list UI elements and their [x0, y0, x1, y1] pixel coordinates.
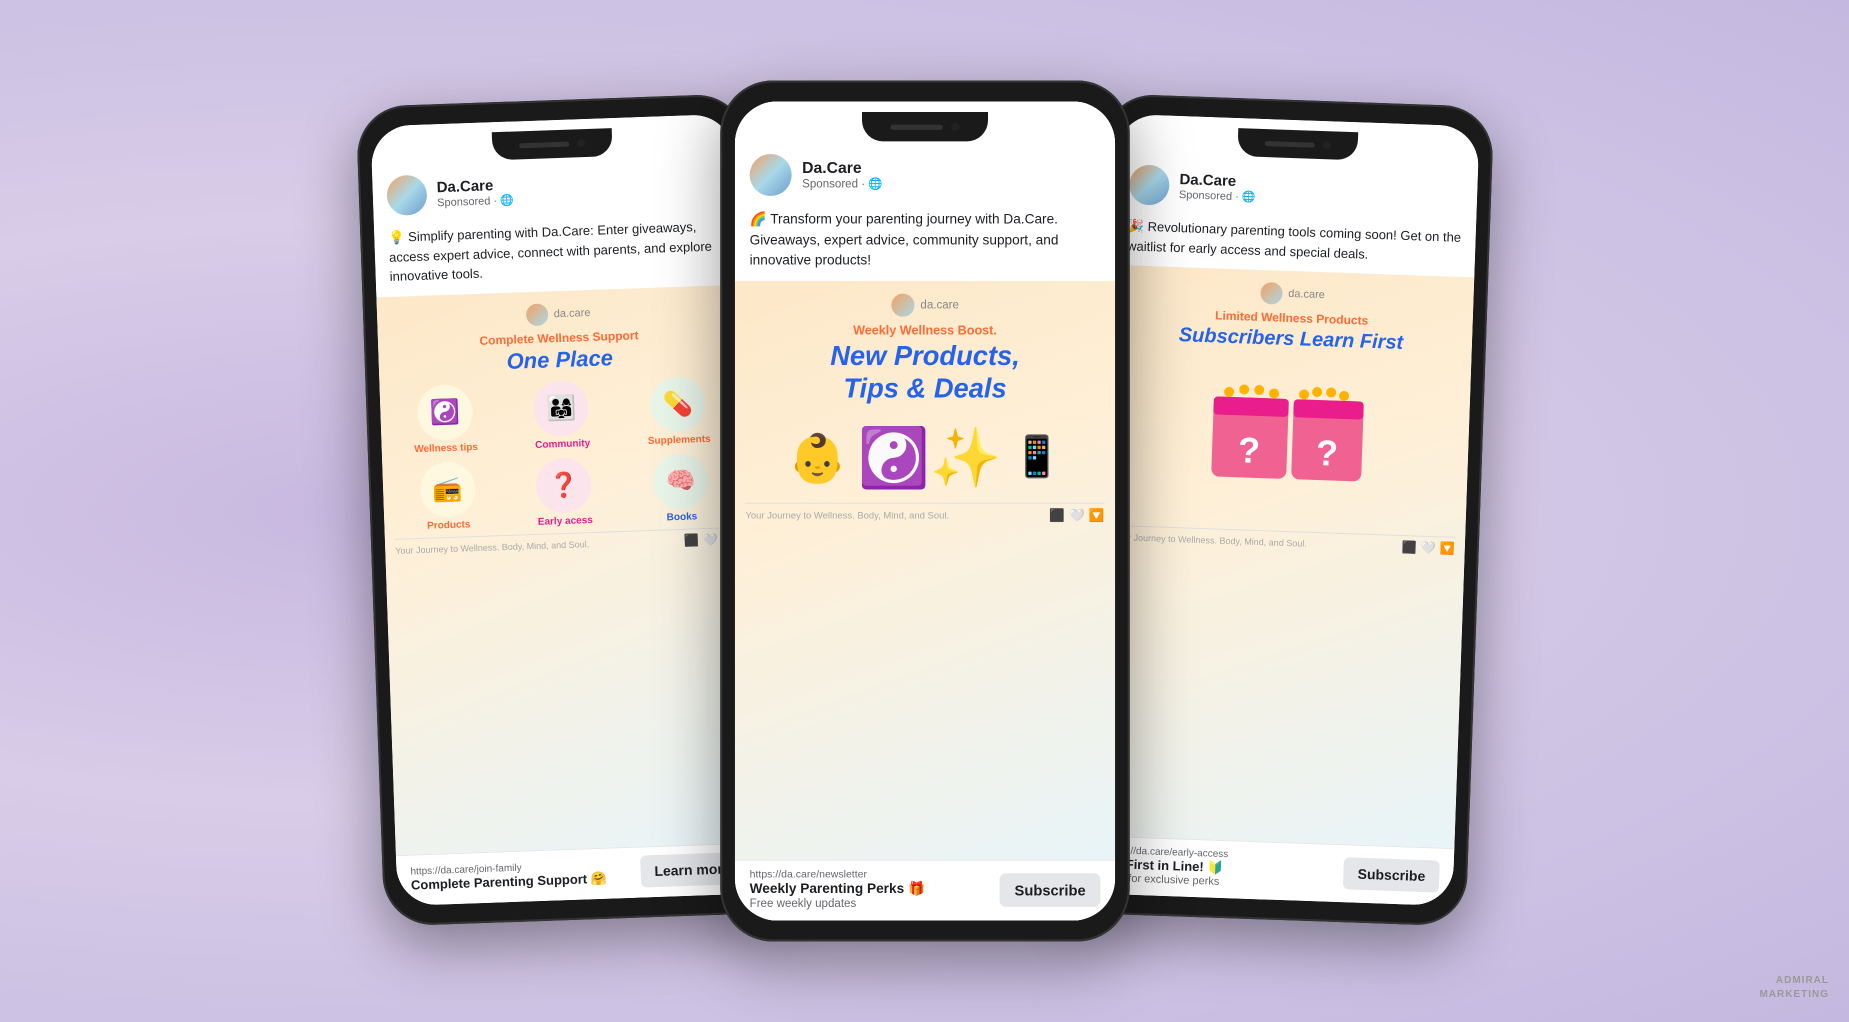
camera-center	[951, 123, 959, 131]
ad-content-center: Da.Care Sponsored · 🌐 🌈 Transform your p…	[734, 102, 1114, 921]
notch-left	[491, 128, 612, 160]
speaker-right	[1264, 141, 1314, 148]
footer-text-left: Your Journey to Wellness. Body, Mind, an…	[395, 539, 589, 556]
logo-img-right	[1259, 282, 1282, 305]
products-icon: 📻	[419, 461, 476, 518]
community-icon: 👨‍👩‍👧	[532, 380, 589, 437]
avatar-center	[749, 154, 791, 196]
icon-community: 👨‍👩‍👧 Community	[506, 379, 617, 452]
cta-info-center: https://da.care/newsletter Weekly Parent…	[749, 869, 999, 910]
icon-early-access: ❓ Early acess	[508, 456, 619, 529]
chevron-icon-c: 🔽	[1088, 508, 1104, 523]
creative-footer-right: Your Journey to Wellness. Body, Mind, an…	[1112, 525, 1454, 556]
logo-text-right: da.care	[1287, 288, 1324, 301]
notch-right	[1237, 128, 1358, 160]
camera-left	[577, 139, 585, 147]
ad-content-right: Da.Care Sponsored · 🌐 🎉 Revolutionary pa…	[1090, 114, 1479, 906]
cta-button-center[interactable]: Subscribe	[999, 873, 1099, 907]
wellness-icon: ☯️	[416, 384, 473, 441]
products-label: Products	[426, 519, 470, 532]
phone-screen-left: Da.Care Sponsored · 🌐 💡 Simplify parenti…	[370, 114, 759, 906]
phone-left: Da.Care Sponsored · 🌐 💡 Simplify parenti…	[355, 93, 773, 926]
speaker-center	[890, 124, 943, 129]
heart-icon: 🤍	[702, 533, 717, 548]
cta-button-right[interactable]: Subscribe	[1343, 857, 1440, 892]
avatar-left	[386, 175, 427, 216]
svg-text:?: ?	[1315, 432, 1338, 474]
svg-text:?: ?	[1237, 429, 1260, 471]
phone-screen-right: Da.Care Sponsored · 🌐 🎉 Revolutionary pa…	[1090, 114, 1479, 906]
cta-url-center: https://da.care/newsletter	[749, 869, 999, 881]
cta-info-right: https://da.care/early-access Be First in…	[1104, 845, 1344, 892]
supplements-icon: 💊	[649, 376, 706, 433]
watermark-line2: MARKETING	[1759, 988, 1829, 1002]
creative-footer-center: Your Journey to Wellness. Body, Mind, an…	[745, 502, 1104, 522]
creative-title-right: Subscribers Learn First	[1178, 323, 1403, 355]
icon-wellness-tips: ☯️ Wellness tips	[389, 383, 500, 456]
share-icon-r: ⬛	[1401, 540, 1416, 555]
watermark: ADMIRAL MARKETING	[1759, 974, 1829, 1002]
creative-subtitle-center: Weekly Wellness Boost.	[853, 323, 997, 338]
logo-img-left	[525, 303, 548, 326]
heart-icon-c: 🤍	[1068, 508, 1084, 523]
ad-meta-right: Da.Care Sponsored · 🌐	[1178, 171, 1463, 211]
logo-text-center: da.care	[920, 298, 959, 311]
camera-right	[1322, 141, 1330, 149]
baby-icon: 👶	[788, 430, 847, 486]
ad-creative-left: da.care Complete Wellness Support One Pl…	[376, 284, 757, 855]
icon-products: 📻 Products	[392, 460, 503, 533]
creative-logo-left: da.care	[525, 301, 590, 325]
ad-text-center: 🌈 Transform your parenting journey with …	[734, 204, 1114, 280]
footer-text-right: Your Journey to Wellness. Body, Mind, an…	[1112, 532, 1306, 549]
early-access-icon: ❓	[535, 457, 592, 514]
notch-center	[862, 112, 988, 141]
icons-grid-left: ☯️ Wellness tips 👨‍👩‍👧 Community 💊 Suppl…	[389, 375, 736, 533]
wellness-label: Wellness tips	[414, 442, 478, 455]
speaker-left	[519, 141, 569, 148]
ad-meta-center: Da.Care Sponsored · 🌐	[802, 159, 1100, 191]
brand-center: Da.Care	[802, 159, 1100, 177]
ad-cta-center: https://da.care/newsletter Weekly Parent…	[734, 860, 1114, 921]
yin-yang-sparkle-icon: ☯️✨	[857, 424, 1001, 492]
ad-text-left: 💡 Simplify parenting with Da.Care: Enter…	[373, 212, 737, 297]
icon-supplements: 💊 Supplements	[622, 375, 733, 448]
chevron-icon-r: 🔽	[1439, 541, 1454, 556]
logo-img-center	[891, 293, 914, 316]
creative-title-center: New Products, Tips & Deals	[830, 339, 1020, 404]
ad-creative-right: da.care Limited Wellness Products Subscr…	[1092, 265, 1474, 848]
logo-text-left: da.care	[553, 306, 590, 319]
creative-title-left: One Place	[506, 345, 613, 375]
ad-content-left: Da.Care Sponsored · 🌐 💡 Simplify parenti…	[370, 114, 759, 906]
footer-icons-center: ⬛ 🤍 🔽	[1049, 508, 1105, 523]
tablet-icon: 📱	[1011, 435, 1061, 481]
creative-subtitle-left: Complete Wellness Support	[479, 328, 639, 348]
phone-screen-center: Da.Care Sponsored · 🌐 🌈 Transform your p…	[734, 102, 1114, 921]
early-access-label: Early acess	[537, 515, 592, 528]
cta-title-center: Weekly Parenting Perks 🎁	[749, 881, 999, 898]
ad-creative-center: da.care Weekly Wellness Boost. New Produ…	[734, 281, 1114, 860]
cta-info-left: https://da.care/join-family Complete Par…	[410, 858, 641, 893]
creative-logo-right: da.care	[1259, 282, 1324, 306]
footer-icons-right: ⬛ 🤍 🔽	[1401, 540, 1454, 556]
supplements-label: Supplements	[647, 434, 710, 447]
mystery-box-icon: ? ?	[1204, 366, 1369, 523]
avatar-right	[1128, 164, 1169, 205]
books-label: Books	[666, 511, 697, 523]
watermark-line1: ADMIRAL	[1759, 974, 1829, 988]
heart-icon-r: 🤍	[1420, 541, 1435, 556]
sponsored-center: Sponsored · 🌐	[802, 177, 1100, 191]
creative-footer-left: Your Journey to Wellness. Body, Mind, an…	[394, 527, 736, 558]
share-icon: ⬛	[684, 533, 699, 548]
phone-center: Da.Care Sponsored · 🌐 🌈 Transform your p…	[720, 81, 1130, 942]
phones-container: Da.Care Sponsored · 🌐 💡 Simplify parenti…	[340, 101, 1510, 921]
creative-logo-center: da.care	[891, 293, 959, 316]
community-label: Community	[535, 438, 590, 451]
footer-text-center: Your Journey to Wellness. Body, Mind, an…	[745, 510, 949, 520]
ad-meta-left: Da.Care Sponsored · 🌐	[436, 169, 721, 209]
share-icon-c: ⬛	[1049, 508, 1065, 523]
phone-right: Da.Care Sponsored · 🌐 🎉 Revolutionary pa…	[1075, 93, 1493, 926]
books-icon: 🧠	[652, 453, 709, 510]
ad2-icons: 👶 ☯️✨ 📱	[788, 424, 1061, 492]
cta-sub-center: Free weekly updates	[749, 897, 999, 910]
